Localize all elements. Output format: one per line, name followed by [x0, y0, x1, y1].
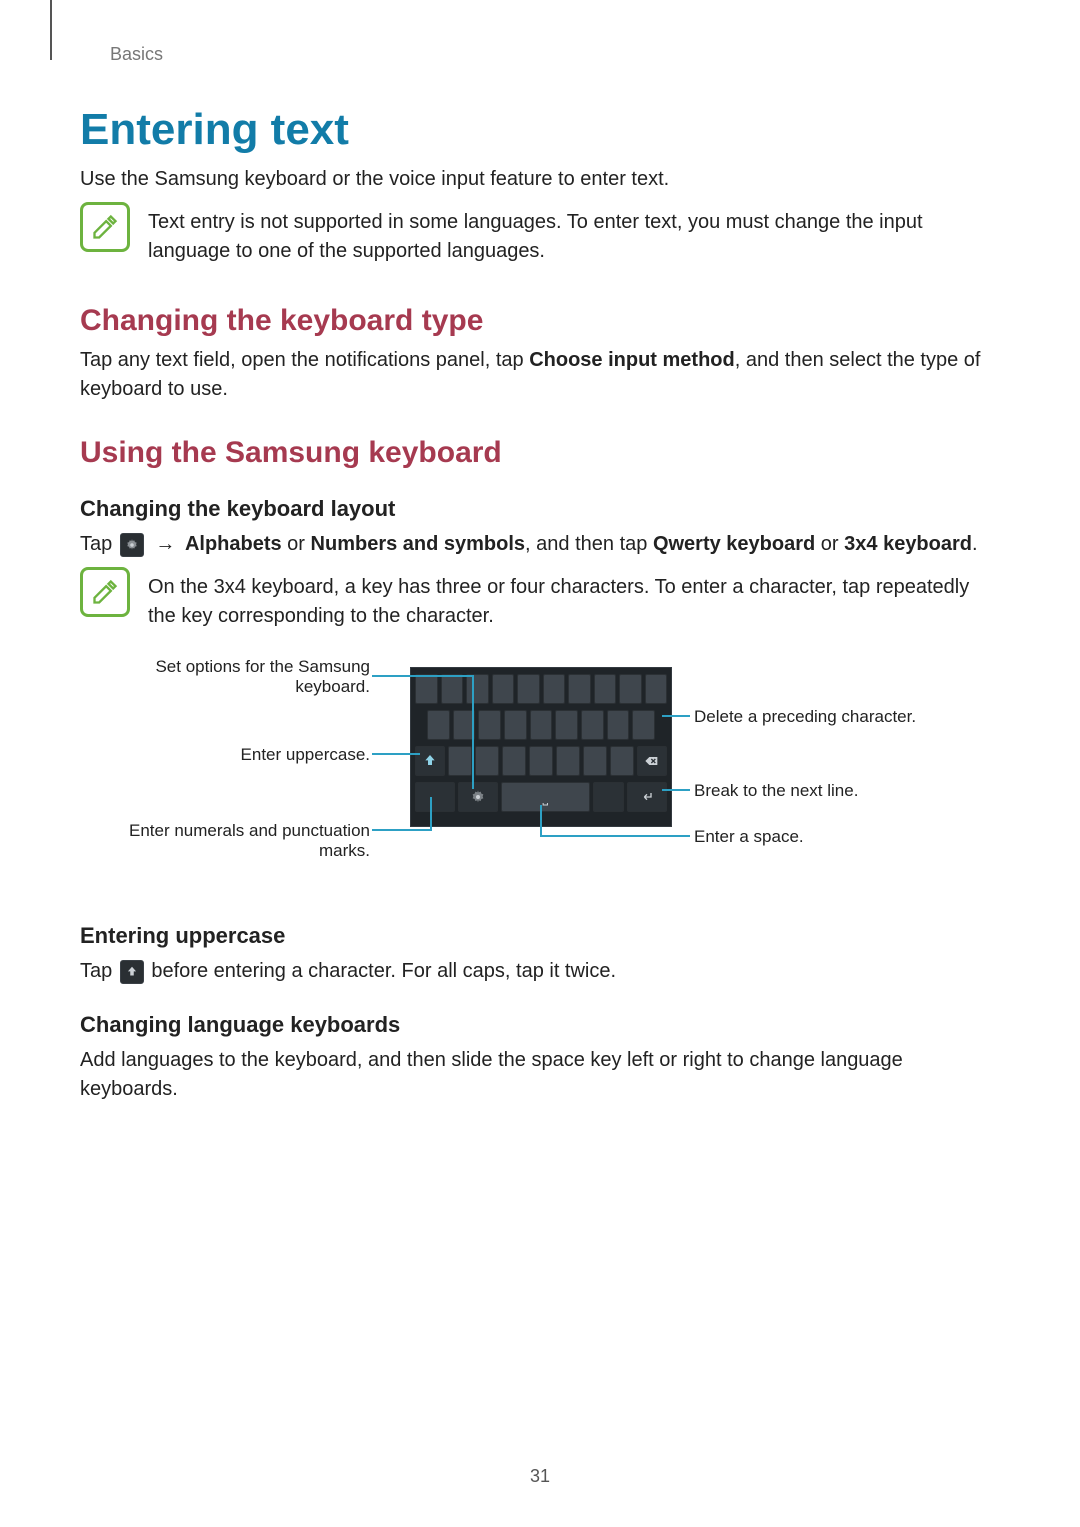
- pencil-note-icon: [91, 213, 119, 241]
- note-text-2: On the 3x4 keyboard, a key has three or …: [148, 573, 1000, 631]
- breadcrumb: Basics: [110, 44, 1000, 65]
- callout-set-options: Set options for the Samsung keyboard.: [110, 657, 370, 698]
- key: [415, 674, 438, 704]
- backspace-key: [637, 746, 667, 776]
- note-block-1: Text entry is not supported in some lang…: [80, 202, 1000, 272]
- space-key: ⎵: [501, 782, 590, 812]
- shift-icon: [120, 960, 144, 984]
- keyboard-row-3: [415, 746, 667, 776]
- page-title: Entering text: [80, 105, 1000, 155]
- note-block-2: On the 3x4 keyboard, a key has three or …: [80, 567, 1000, 637]
- intro-text: Use the Samsung keyboard or the voice in…: [80, 165, 1000, 194]
- heading-language-keyboards: Changing language keyboards: [80, 1012, 1000, 1038]
- dot-key: [593, 782, 624, 812]
- note-icon: [80, 202, 130, 252]
- paragraph-language-keyboards: Add languages to the keyboard, and then …: [80, 1046, 1000, 1104]
- enter-icon: [639, 789, 655, 805]
- paragraph-layout: Tap → Alphabets or Numbers and symbols, …: [80, 530, 1000, 559]
- shift-up-icon: [422, 753, 438, 769]
- sym-key: [415, 782, 455, 812]
- arrow-icon: →: [155, 530, 175, 559]
- callout-uppercase: Enter uppercase.: [110, 745, 370, 765]
- note-icon: [80, 567, 130, 617]
- space-glyph: ⎵: [502, 789, 589, 806]
- keyboard-diagram: ⎵ Set options for the Samsung keyboard. …: [110, 657, 970, 897]
- callout-nextline: Break to the next line.: [694, 781, 954, 801]
- settings-key: [458, 782, 498, 812]
- header-rule: [50, 0, 52, 60]
- shift-key: [415, 746, 445, 776]
- note-text-1: Text entry is not supported in some lang…: [148, 208, 1000, 266]
- callout-space: Enter a space.: [694, 827, 894, 847]
- keyboard-illustration: ⎵: [410, 667, 672, 827]
- keyboard-row-1: [415, 674, 667, 704]
- paragraph-keyboard-type: Tap any text field, open the notificatio…: [80, 346, 1000, 404]
- heading-uppercase: Entering uppercase: [80, 923, 1000, 949]
- keyboard-row-2: [427, 710, 655, 740]
- enter-key: [627, 782, 667, 812]
- pencil-note-icon: [91, 578, 119, 606]
- callout-numerals: Enter numerals and punctuation marks.: [110, 821, 370, 862]
- gear-icon: [470, 789, 486, 805]
- gear-icon: [120, 533, 144, 557]
- backspace-icon: [644, 753, 660, 769]
- manual-page: Basics Entering text Use the Samsung key…: [0, 0, 1080, 1527]
- paragraph-uppercase: Tap before entering a character. For all…: [80, 957, 1000, 986]
- heading-layout: Changing the keyboard layout: [80, 496, 1000, 522]
- heading-samsung-keyboard: Using the Samsung keyboard: [80, 436, 1000, 470]
- heading-keyboard-type: Changing the keyboard type: [80, 304, 1000, 338]
- callout-delete: Delete a preceding character.: [694, 707, 964, 727]
- page-number: 31: [0, 1466, 1080, 1487]
